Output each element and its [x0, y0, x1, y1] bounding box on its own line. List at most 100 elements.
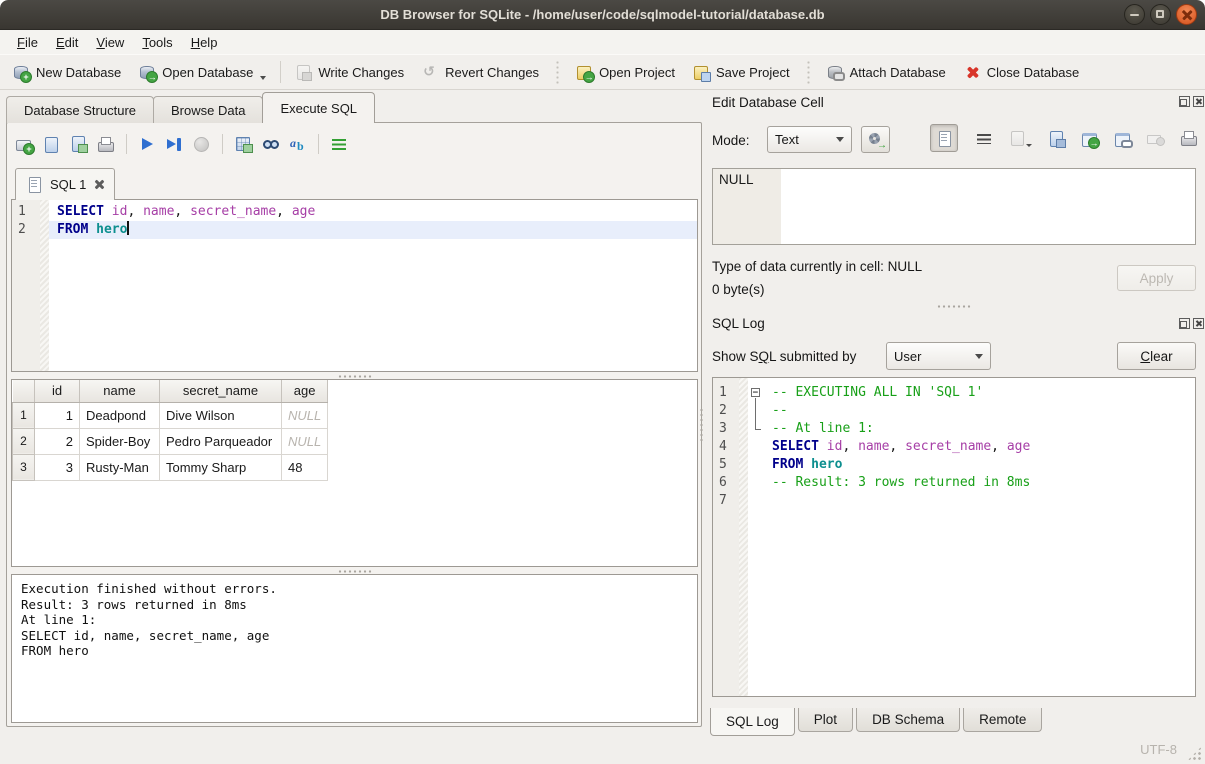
sql-document-tab[interactable]: SQL 1 [15, 168, 115, 200]
line-number: 2 [18, 221, 40, 239]
splitter-dock[interactable] [698, 122, 705, 727]
mode-select[interactable]: Text [767, 126, 852, 153]
splitter-cell-log[interactable] [712, 303, 1196, 310]
table-cell[interactable]: Pedro Parqueador [160, 428, 282, 454]
save-sql-file-button[interactable] [70, 135, 87, 153]
find-button[interactable] [262, 136, 279, 153]
button-label: Revert Changes [445, 65, 539, 80]
line-number: 1 [18, 203, 40, 221]
minimize-button[interactable] [1124, 4, 1145, 25]
new-database-button[interactable]: New Database [4, 60, 130, 85]
window-controls [1124, 4, 1197, 25]
open-database-button[interactable]: Open Database [130, 60, 275, 85]
table-cell[interactable]: Rusty-Man [80, 454, 160, 480]
float-dock-icon[interactable] [1179, 318, 1190, 329]
table-cell[interactable]: 3 [35, 454, 80, 480]
sql-log-view[interactable]: 1234567 − -- EXECUTING ALL IN 'SQL 1'---… [712, 377, 1196, 697]
table-cell[interactable]: 1 [35, 402, 80, 428]
dock-tab-db-schema[interactable]: DB Schema [856, 708, 960, 732]
tab-browse-data[interactable]: Browse Data [153, 96, 263, 123]
fold-marker[interactable] [748, 420, 764, 438]
editor-code-area[interactable]: SELECT id, name, secret_name, ageFROM he… [49, 200, 697, 371]
execute-current-line-button[interactable] [166, 136, 183, 153]
open-project-button[interactable]: Open Project [567, 60, 684, 85]
link-button[interactable] [1114, 130, 1131, 147]
auto-apply-button[interactable]: → [861, 126, 890, 153]
execute-all-icon [139, 136, 156, 153]
submitted-by-select[interactable]: User [886, 342, 991, 370]
sql-log-title: SQL Log [712, 316, 765, 331]
column-header-id[interactable]: id [35, 380, 80, 402]
cell-text-area[interactable] [781, 169, 1195, 244]
menu-tools[interactable]: Tools [133, 32, 181, 53]
dock-tab-remote[interactable]: Remote [963, 708, 1042, 732]
close-window-button[interactable] [1176, 4, 1197, 25]
menu-file[interactable]: File [8, 32, 47, 53]
fold-marker[interactable]: − [748, 384, 764, 402]
dock-tab-bar: SQL LogPlotDB SchemaRemote [710, 708, 1045, 736]
submitted-by-value: User [894, 349, 921, 364]
mode-value: Text [775, 132, 799, 147]
stop-button [193, 136, 210, 153]
print-button[interactable] [97, 136, 114, 153]
word-wrap-button[interactable] [331, 136, 348, 153]
close-database-icon [964, 64, 981, 81]
code-line: -- [764, 402, 1195, 420]
menu-view[interactable]: View [87, 32, 133, 53]
export-results-button[interactable] [235, 135, 252, 153]
column-header-secret-name[interactable]: secret_name [160, 380, 282, 402]
execute-all-button[interactable] [139, 136, 156, 153]
column-header-age[interactable]: age [282, 380, 328, 402]
sql-editor[interactable]: 12 SELECT id, name, secret_name, ageFROM… [11, 199, 698, 372]
fold-margin[interactable]: − [748, 378, 764, 696]
save-project-button[interactable]: Save Project [684, 60, 799, 85]
wrap-lines-button[interactable] [976, 130, 993, 147]
fold-marker[interactable] [748, 402, 764, 420]
cell-value-editor[interactable]: NULL [712, 168, 1196, 245]
close-dock-icon[interactable] [1193, 96, 1204, 107]
results-table[interactable]: idnamesecret_nameage11DeadpondDive Wilso… [12, 380, 328, 481]
table-cell[interactable]: NULL [282, 428, 328, 454]
table-cell[interactable]: Deadpond [80, 402, 160, 428]
table-cell[interactable]: Tommy Sharp [160, 454, 282, 480]
attach-database-button[interactable]: Attach Database [818, 60, 955, 85]
resize-grip[interactable] [1187, 746, 1202, 761]
table-cell[interactable]: Spider-Boy [80, 428, 160, 454]
table-cell[interactable]: 2 [35, 428, 80, 454]
open-sql-file-button[interactable] [43, 136, 60, 153]
fold-cell [748, 438, 764, 456]
toolbar-handle[interactable] [555, 60, 560, 84]
format-sql-button[interactable] [289, 136, 306, 153]
maximize-button[interactable] [1150, 4, 1171, 25]
tab-database-structure[interactable]: Database Structure [6, 96, 154, 123]
menu-help[interactable]: Help [182, 32, 227, 53]
toolbar-handle[interactable] [806, 60, 811, 84]
close-database-button[interactable]: Close Database [955, 60, 1089, 85]
table-cell[interactable]: NULL [282, 402, 328, 428]
open-external-button[interactable] [1081, 130, 1098, 147]
text-view-button[interactable] [930, 124, 958, 152]
new-sql-tab-button[interactable] [16, 136, 33, 153]
code-line [764, 492, 1195, 510]
row-number-cell[interactable]: 3 [13, 454, 35, 480]
row-number-cell[interactable]: 1 [13, 402, 35, 428]
table-cell[interactable]: 48 [282, 454, 328, 480]
dropdown-caret-icon [260, 76, 266, 80]
table-cell[interactable]: Dive Wilson [160, 402, 282, 428]
code-line: -- At line 1: [764, 420, 1195, 438]
close-sql-tab-icon[interactable] [93, 179, 104, 190]
float-dock-icon[interactable] [1179, 96, 1190, 107]
close-dock-icon[interactable] [1193, 318, 1204, 329]
row-number-cell[interactable]: 2 [13, 428, 35, 454]
column-header-name[interactable]: name [80, 380, 160, 402]
clear-button[interactable]: Clear [1117, 342, 1196, 370]
collapse-icon[interactable]: − [751, 388, 760, 397]
save-as-file-button[interactable] [1048, 130, 1065, 147]
corner-header-cell[interactable] [13, 380, 35, 402]
print-button[interactable] [1180, 130, 1197, 147]
dock-tab-sql-log[interactable]: SQL Log [710, 708, 795, 736]
tab-execute-sql[interactable]: Execute SQL [262, 92, 375, 123]
encoding-indicator[interactable]: UTF-8 [1140, 742, 1177, 757]
menu-edit[interactable]: Edit [47, 32, 87, 53]
dock-tab-plot[interactable]: Plot [798, 708, 853, 732]
